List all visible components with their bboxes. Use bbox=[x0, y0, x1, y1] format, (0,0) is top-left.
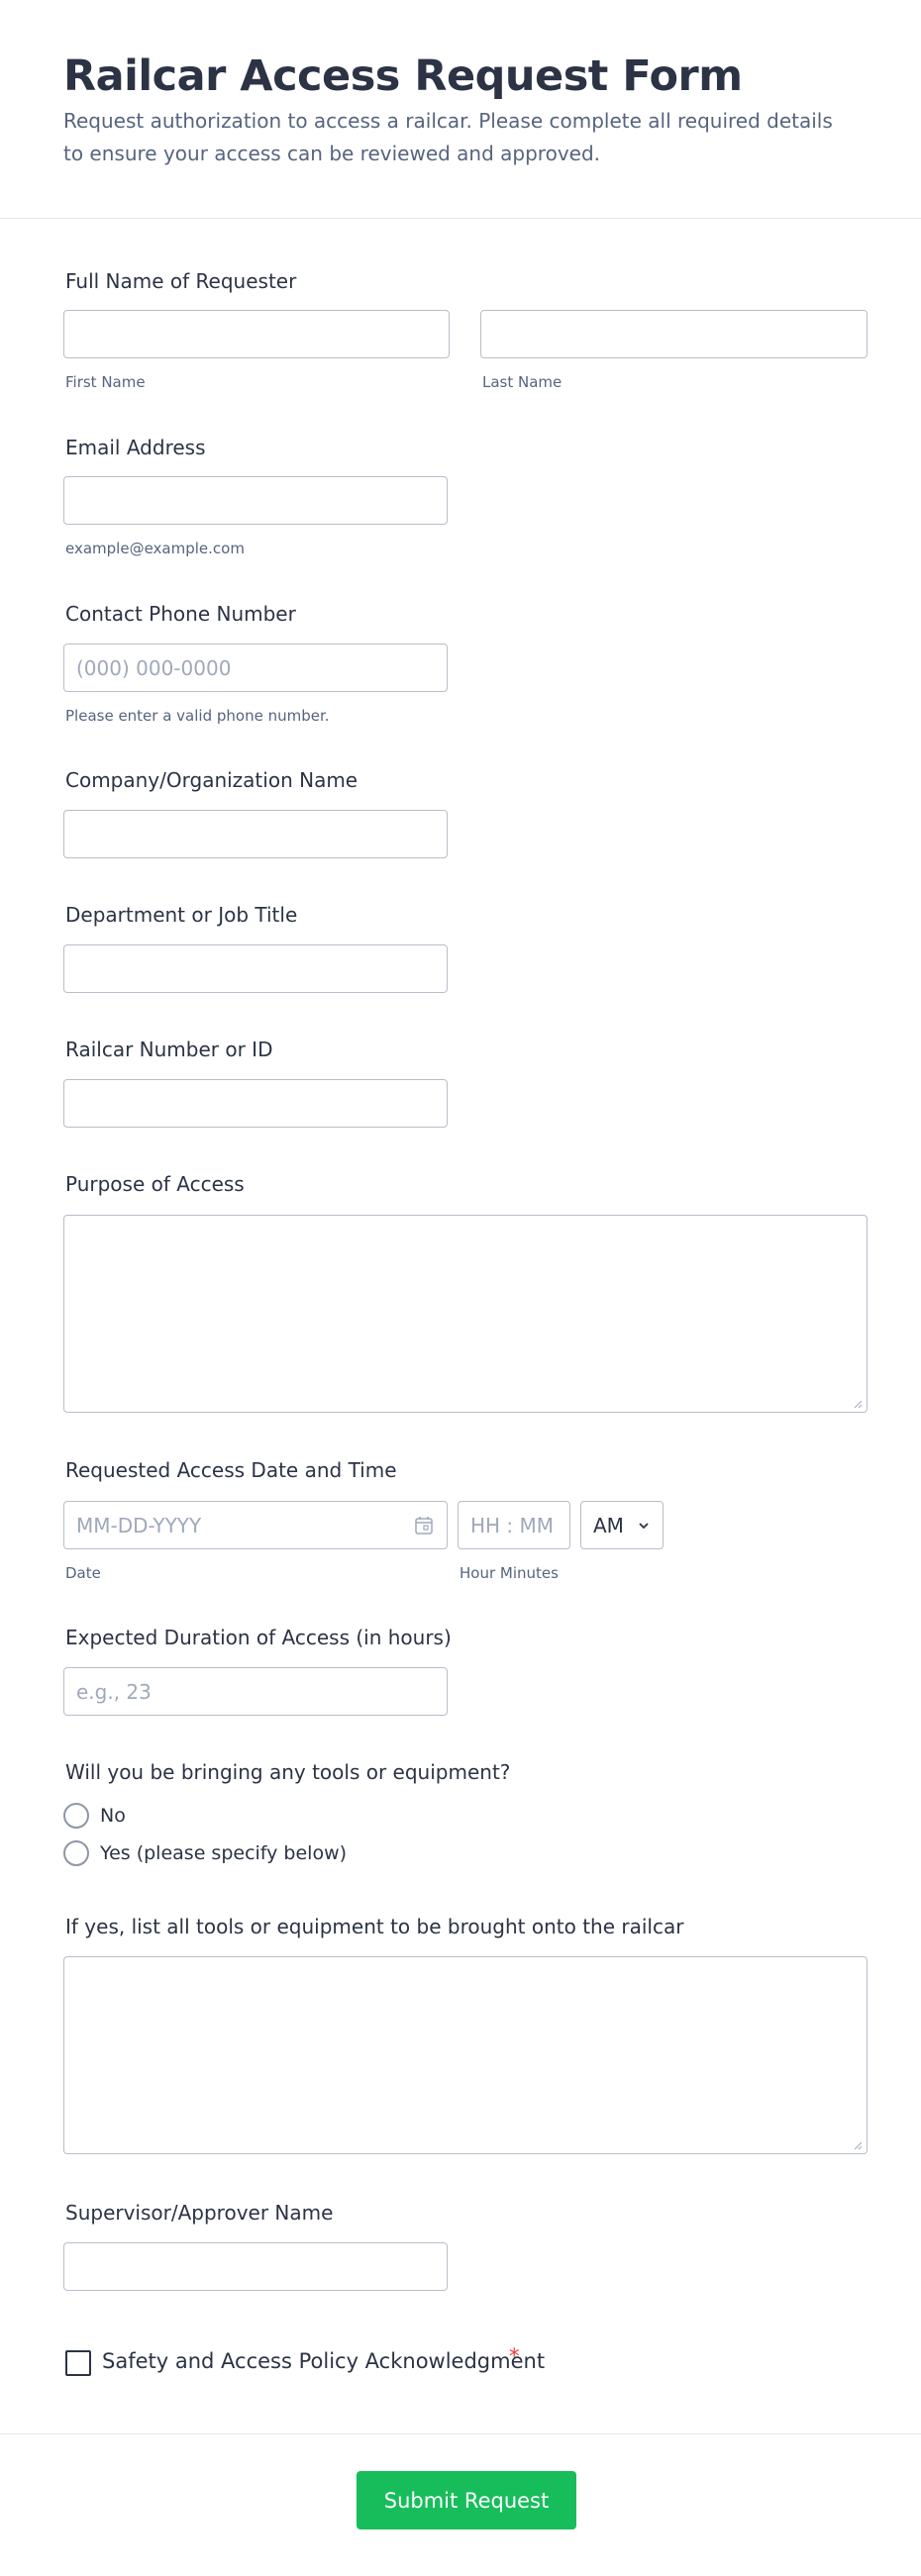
calendar-icon[interactable] bbox=[415, 1516, 433, 1535]
acknowledgment-label[interactable]: Safety and Access Policy Acknowledgment bbox=[102, 2349, 545, 2373]
form-header: Railcar Access Request Form Request auth… bbox=[0, 0, 921, 219]
full-name-label: Full Name of Requester bbox=[65, 269, 297, 293]
chevron-down-icon bbox=[639, 1523, 649, 1530]
last-name-sublabel: Last Name bbox=[482, 373, 563, 391]
railcar-label: Railcar Number or ID bbox=[65, 1038, 273, 1061]
tools-list-textarea[interactable] bbox=[63, 1956, 868, 2154]
supervisor-input[interactable] bbox=[63, 2242, 448, 2291]
email-input[interactable] bbox=[63, 476, 448, 525]
tools-question-label: Will you be bringing any tools or equipm… bbox=[65, 1760, 511, 1784]
purpose-textarea[interactable] bbox=[63, 1215, 868, 1413]
radio-yes[interactable] bbox=[63, 1840, 89, 1866]
duration-label: Expected Duration of Access (in hours) bbox=[65, 1626, 452, 1649]
email-label: Email Address bbox=[65, 436, 206, 459]
form-title: Railcar Access Request Form bbox=[63, 51, 743, 101]
radio-no[interactable] bbox=[63, 1803, 89, 1829]
railcar-input[interactable] bbox=[63, 1079, 448, 1128]
company-label: Company/Organization Name bbox=[65, 768, 358, 792]
supervisor-label: Supervisor/Approver Name bbox=[65, 2201, 334, 2225]
radio-no-label[interactable]: No bbox=[100, 1805, 126, 1827]
phone-input[interactable] bbox=[63, 644, 448, 692]
first-name-sublabel: First Name bbox=[65, 373, 146, 391]
last-name-input[interactable] bbox=[480, 310, 868, 358]
date-sublabel: Date bbox=[65, 1564, 101, 1582]
time-input[interactable] bbox=[458, 1501, 570, 1549]
department-input[interactable] bbox=[63, 944, 448, 993]
purpose-label: Purpose of Access bbox=[65, 1172, 245, 1196]
ampm-value: AM bbox=[593, 1514, 624, 1537]
phone-label: Contact Phone Number bbox=[65, 602, 296, 626]
date-input[interactable] bbox=[63, 1501, 448, 1549]
required-mark: * bbox=[509, 2344, 520, 2368]
tools-list-label: If yes, list all tools or equipment to b… bbox=[65, 1915, 684, 1938]
ampm-select[interactable]: AM bbox=[580, 1501, 664, 1549]
time-sublabel: Hour Minutes bbox=[460, 1564, 559, 1582]
company-input[interactable] bbox=[63, 810, 448, 858]
duration-input[interactable] bbox=[63, 1667, 448, 1716]
form-subtitle: Request authorization to access a railca… bbox=[63, 109, 833, 165]
first-name-input[interactable] bbox=[63, 310, 450, 358]
email-sublabel: example@example.com bbox=[65, 540, 245, 557]
acknowledgment-checkbox[interactable] bbox=[65, 2350, 91, 2376]
phone-sublabel: Please enter a valid phone number. bbox=[65, 707, 330, 725]
resize-grip-icon[interactable] bbox=[853, 2140, 863, 2150]
resize-grip-icon[interactable] bbox=[853, 1399, 863, 1409]
department-label: Department or Job Title bbox=[65, 903, 298, 927]
radio-yes-label[interactable]: Yes (please specify below) bbox=[100, 1842, 347, 1864]
submit-button[interactable]: Submit Request bbox=[357, 2471, 576, 2529]
datetime-label: Requested Access Date and Time bbox=[65, 1458, 397, 1482]
